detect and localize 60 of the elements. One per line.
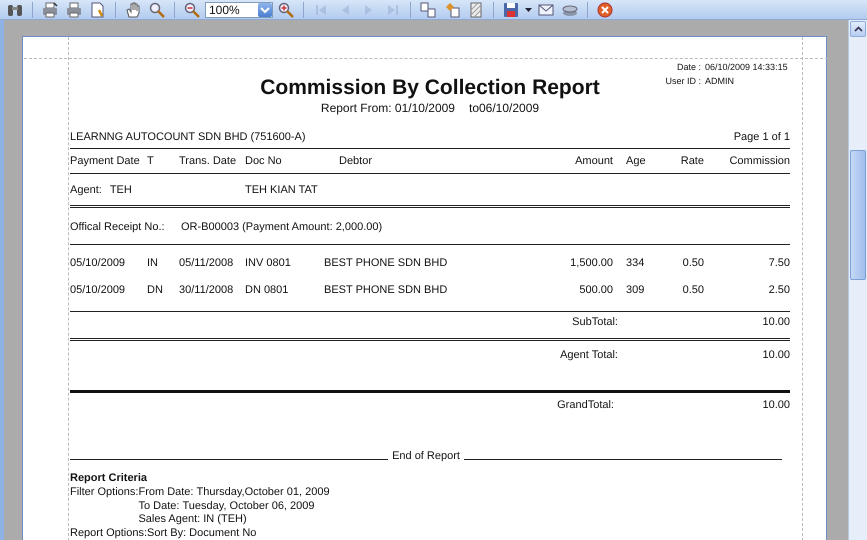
report-title: Commission By Collection Report [260, 76, 600, 100]
column-header: T [147, 155, 155, 167]
report-from-date: Report From: 01/10/2009 [320, 100, 455, 116]
table-cell-text: 309 [625, 284, 646, 296]
end-of-report-text: End of Report [392, 450, 460, 462]
page-number: Page 1 of 1 [734, 130, 790, 142]
grand-total-label: GrandTotal: [556, 399, 615, 411]
column-header: Debtor [338, 155, 374, 167]
table-cell-text: 05/10/2009 [70, 284, 126, 296]
column-header: Payment Date [70, 155, 141, 167]
criteria-value: Thursday,October 01, 2009 [196, 486, 330, 500]
criteria-label: Sales Agent: [138, 513, 200, 526]
column-header: Rate [680, 155, 704, 167]
criteria-value: IN (TEH) [203, 513, 247, 526]
column-header: Age [625, 155, 647, 167]
criteria-label: To Date: [138, 500, 180, 513]
table-cell-text: INV 0801 [245, 256, 292, 268]
agent-total-value: 10.00 [761, 349, 790, 361]
report-to-date: to06/10/2009 [468, 100, 540, 116]
zoom-dropdown[interactable]: 100% [205, 2, 273, 18]
grand-total-value: 10.00 [761, 399, 790, 411]
table-cell-text: 334 [625, 256, 646, 268]
receipt-label: Offical Receipt No.: [70, 221, 166, 233]
table-cell-text: 0.50 [682, 284, 704, 296]
table-cell-text: 500.00 [578, 284, 613, 296]
criteria-value: Tuesday, October 06, 2009 [182, 500, 315, 513]
column-header: Commission [728, 155, 790, 167]
receipt-number: OR-B00003 (Payment Amount: 2,000.00) [181, 221, 382, 233]
criteria-group-label: Report Options: [70, 526, 148, 540]
table-cell-text: IN [147, 256, 159, 268]
column-header: Amount [574, 155, 613, 167]
subtotal-value: 10.00 [761, 316, 790, 328]
meta-value: ADMIN [705, 75, 735, 88]
company-name: LEARNNG AUTOCOUNT SDN BHD (751600-A) [70, 130, 306, 142]
table-cell-text: 30/11/2008 [179, 284, 234, 296]
table-cell-text: 05/11/2008 [179, 256, 234, 268]
column-header: Trans. Date [179, 155, 238, 167]
criteria-label: From Date: [138, 486, 194, 500]
table-cell-text: 2.50 [768, 284, 790, 296]
table-cell-text: 05/10/2009 [70, 256, 126, 268]
criteria-group-label: Filter Options: [70, 486, 138, 500]
subtotal-label: SubTotal: [571, 316, 619, 328]
table-cell-text: BEST PHONE SDN BHD [324, 284, 448, 296]
table-cell-text: DN 0801 [245, 284, 290, 296]
table-cell-text: BEST PHONE SDN BHD [324, 256, 448, 268]
criteria-value: Document No [189, 526, 256, 540]
meta-value: 06/10/2009 14:33:15 [705, 61, 789, 74]
table-cell-text: 0.50 [682, 256, 704, 268]
agent-code: TEH [110, 184, 132, 196]
meta-label: User ID : [665, 75, 701, 88]
meta-label: Date : [676, 61, 701, 74]
table-cell-text: 1,500.00 [569, 256, 613, 268]
criteria-heading: Report Criteria [70, 471, 148, 486]
table-cell-text: 7.50 [768, 256, 790, 268]
agent-total-label: Agent Total: [559, 349, 619, 361]
table-cell-text: DN [147, 284, 164, 296]
column-header: Doc No [245, 155, 283, 167]
agent-name: TEH KIAN TAT [245, 184, 319, 196]
criteria-label: Sort By: [147, 526, 186, 540]
agent-label: Agent: [70, 184, 102, 196]
